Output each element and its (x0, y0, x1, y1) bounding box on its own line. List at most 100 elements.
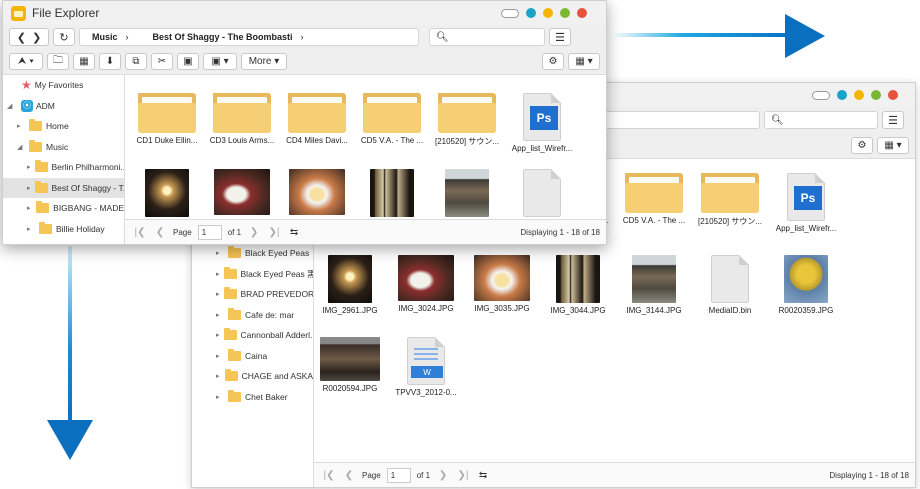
file-tile[interactable]: IMG_3024.JPG (392, 255, 460, 313)
expand-arrow-icon[interactable]: ▸ (27, 225, 35, 233)
file-tile[interactable]: CD5 V.A. - The ... (620, 173, 688, 225)
expand-arrow-icon[interactable]: ◢ (7, 102, 15, 110)
tree-item[interactable]: ▸ Black Eyed Peas 黑... (192, 264, 313, 285)
minimize-button[interactable] (543, 8, 553, 18)
expand-arrow-icon[interactable]: ▸ (27, 184, 31, 192)
forward-arrow-icon[interactable]: ❯ (32, 31, 41, 44)
file-tile[interactable]: R0020359.JPG (772, 255, 840, 315)
tree-item[interactable]: ▸ Cafe de: mar (192, 305, 313, 326)
refresh-button[interactable]: ⇆ (476, 470, 490, 481)
file-tile[interactable]: W TPVV3_2012-0... (392, 337, 460, 397)
file-tile[interactable] (208, 169, 276, 218)
refresh-button[interactable]: ⇆ (287, 227, 301, 238)
prev-page-button[interactable]: ❮ (342, 470, 356, 481)
first-page-button[interactable]: |❮ (133, 227, 147, 238)
expand-arrow-icon[interactable]: ▸ (17, 122, 25, 130)
expand-arrow-icon[interactable]: ◢ (17, 143, 25, 151)
new-folder-button[interactable]: 🗀︎ (47, 53, 69, 70)
settings-gear-button[interactable]: ⚙ (542, 53, 564, 70)
cut-button[interactable]: ✂ (151, 53, 173, 70)
page-number-input[interactable]: 1 (386, 467, 411, 483)
tree-item[interactable]: ▸ Best Of Shaggy - T... (3, 177, 124, 198)
download-button[interactable]: ⬇ (99, 53, 121, 70)
tree-item[interactable]: ▸ Home (3, 116, 124, 137)
maximize-button[interactable] (560, 8, 570, 18)
expand-arrow-icon[interactable]: ▸ (27, 163, 31, 171)
file-tile[interactable]: [210520] サウン... (696, 173, 764, 227)
expand-arrow-icon[interactable]: ▸ (216, 352, 224, 360)
file-tile[interactable]: CD4 Miles Davi... (283, 93, 351, 145)
window-dot-blue[interactable] (526, 8, 536, 18)
file-tile[interactable] (283, 169, 351, 218)
prev-page-button[interactable]: ❮ (153, 227, 167, 238)
restore-button[interactable] (812, 90, 830, 100)
last-page-button[interactable]: ❯| (456, 470, 470, 481)
share-button[interactable]: ▣ ▾ (203, 53, 237, 70)
restore-button[interactable] (501, 8, 519, 18)
file-tile[interactable]: R0020594.JPG (316, 337, 384, 393)
minimize-button[interactable] (854, 90, 864, 100)
tree-item[interactable]: ▸ Caina (192, 346, 313, 367)
next-page-button[interactable]: ❯ (247, 227, 261, 238)
path-segment-music[interactable]: Music (92, 32, 118, 42)
file-tile[interactable]: CD3 Louis Arms... (208, 93, 276, 145)
expand-arrow-icon[interactable]: ▸ (216, 393, 224, 401)
copy-button[interactable]: ⧉ (125, 53, 147, 70)
expand-arrow-icon[interactable]: ▸ (216, 270, 220, 278)
file-tile[interactable]: IMG_3044.JPG (544, 255, 612, 315)
file-tile[interactable]: CD5 V.A. - The ... (358, 93, 426, 145)
view-mode-button[interactable]: ▦ ▾ (877, 137, 909, 154)
path-segment-album[interactable]: Best Of Shaggy - The Boombasti (153, 32, 293, 42)
window-dot-blue[interactable] (837, 90, 847, 100)
file-tile[interactable] (358, 169, 426, 219)
file-tile[interactable] (133, 169, 201, 219)
select-button[interactable]: ▣ (177, 53, 199, 70)
tree-item[interactable]: ▸ BIGBANG - MADE (3, 198, 124, 219)
file-tile[interactable]: [210520] サウン... (433, 93, 501, 147)
search-input[interactable]: 🔍︎ (429, 28, 545, 46)
close-button[interactable] (888, 90, 898, 100)
file-tile[interactable]: IMG_2961.JPG (316, 255, 384, 315)
tree-item[interactable]: ▸ Chet Baker (192, 387, 313, 408)
add-folder-button[interactable]: ▦ (73, 53, 95, 70)
tree-item[interactable]: ▸ Berlin Philharmoni... (3, 157, 124, 178)
refresh-button[interactable]: ↻ (53, 28, 75, 46)
settings-gear-button[interactable]: ⚙ (851, 137, 873, 154)
expand-arrow-icon[interactable]: ▸ (216, 311, 224, 319)
list-options-button[interactable]: ☰ (549, 28, 571, 46)
file-tile[interactable] (508, 169, 576, 219)
tree-item[interactable]: ▸ BRAD PREVEDOROS (192, 284, 313, 305)
path-bar[interactable]: Music › Best Of Shaggy - The Boombasti › (79, 28, 419, 46)
tree-item[interactable]: ▸ Black Eyed Peas (192, 243, 313, 264)
file-tile[interactable] (433, 169, 501, 219)
expand-arrow-icon[interactable]: ▸ (216, 331, 220, 339)
maximize-button[interactable] (871, 90, 881, 100)
first-page-button[interactable]: |❮ (322, 470, 336, 481)
next-page-button[interactable]: ❯ (436, 470, 450, 481)
expand-arrow-icon[interactable]: ▸ (216, 290, 220, 298)
tree-item[interactable]: ◢ Music (3, 137, 124, 158)
tree-item[interactable]: ◢ ⦿ ADM (3, 96, 124, 117)
tree-item[interactable]: ★ My Favorites (3, 75, 124, 96)
file-tile[interactable]: MediaID.bin (696, 255, 764, 315)
search-input[interactable]: 🔍︎ (764, 111, 878, 129)
expand-arrow-icon[interactable]: ▸ (27, 204, 32, 212)
more-button[interactable]: More ▾ (241, 53, 287, 70)
view-mode-button[interactable]: ▦ ▾ (568, 53, 600, 70)
back-arrow-icon[interactable]: ❮ (17, 31, 26, 44)
expand-arrow-icon[interactable]: ▸ (216, 249, 224, 257)
expand-arrow-icon[interactable]: ▸ (216, 372, 221, 380)
tree-item[interactable]: ▸ Cannonball Adderl... (192, 325, 313, 346)
last-page-button[interactable]: ❯| (267, 227, 281, 238)
file-tile[interactable]: IMG_3035.JPG (468, 255, 536, 313)
tree-item[interactable]: ▸ Billie Holiday (3, 219, 124, 240)
tree-item[interactable]: ▸ CHAGE and ASKA (192, 366, 313, 387)
list-options-button[interactable]: ☰ (882, 111, 904, 129)
back-forward-buttons[interactable]: ❮ ❯ (9, 28, 49, 46)
close-button[interactable] (577, 8, 587, 18)
file-tile[interactable]: IMG_3144.JPG (620, 255, 688, 315)
file-tile[interactable]: CD1 Duke Ellin... (133, 93, 201, 145)
upload-button[interactable]: ⮝ ▾ (9, 53, 43, 70)
file-tile[interactable]: Ps App_list_Wirefr... (508, 93, 576, 153)
file-tile[interactable]: Ps App_list_Wirefr... (772, 173, 840, 233)
